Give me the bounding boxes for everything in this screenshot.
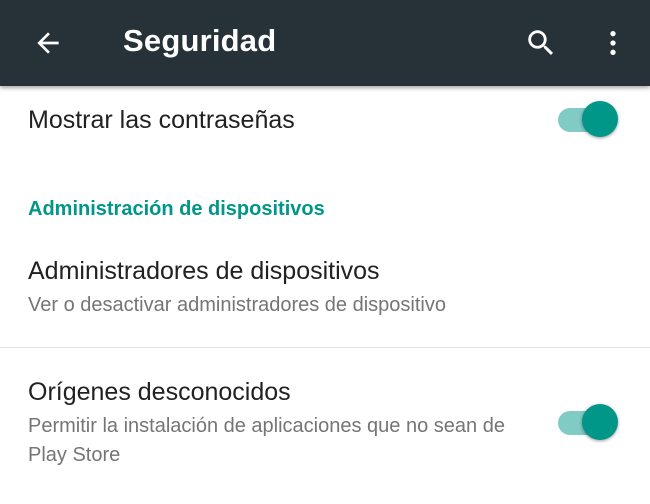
settings-list: Mostrar las contraseñas Administración d… <box>0 86 650 504</box>
device-admins-summary: Ver o desactivar administradores de disp… <box>28 294 446 316</box>
setting-device-admins[interactable]: Administradores de dispositivos Ver o de… <box>0 241 650 346</box>
setting-unknown-sources[interactable]: Orígenes desconocidos Permitir la instal… <box>0 348 650 504</box>
switch-thumb <box>582 404 618 440</box>
back-button[interactable] <box>18 13 78 73</box>
unknown-sources-summary: Permitir la instalación de aplicaciones … <box>28 415 505 466</box>
unknown-sources-label: Orígenes desconocidos <box>28 378 291 406</box>
more-vert-icon <box>610 31 616 55</box>
show-passwords-label: Mostrar las contraseñas <box>28 106 295 134</box>
device-admins-label: Administradores de dispositivos <box>28 257 380 285</box>
setting-show-passwords[interactable]: Mostrar las contraseñas <box>0 86 650 154</box>
section-header-device-admin: Administración de dispositivos <box>28 198 325 220</box>
more-options-button[interactable] <box>583 13 643 73</box>
show-passwords-switch[interactable] <box>558 99 620 139</box>
arrow-back-icon <box>37 32 59 54</box>
search-icon <box>528 30 554 56</box>
page-title: Seguridad <box>123 23 277 58</box>
search-button[interactable] <box>511 13 571 73</box>
app-toolbar: Seguridad <box>0 0 650 86</box>
switch-thumb <box>582 101 618 137</box>
unknown-sources-switch[interactable] <box>558 402 620 442</box>
